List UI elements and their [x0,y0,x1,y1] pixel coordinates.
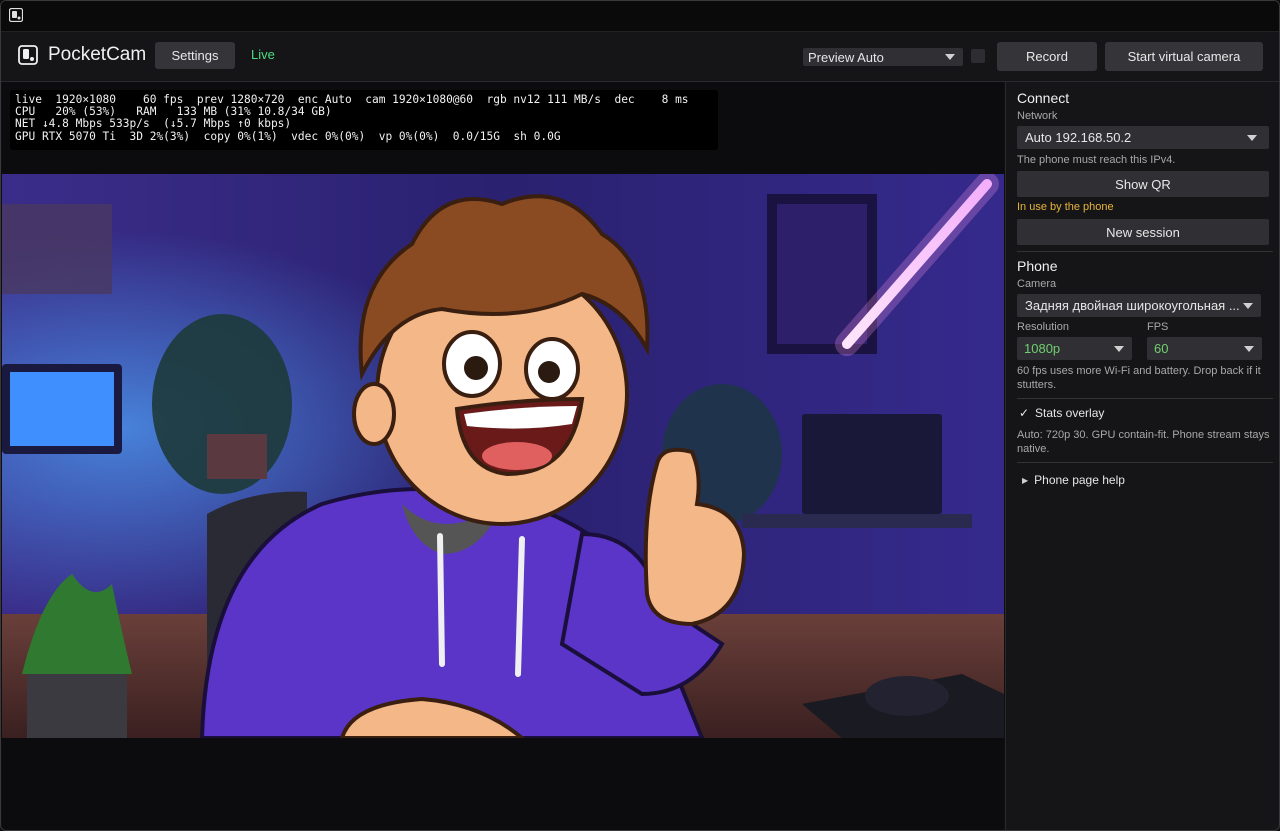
auto-note: Auto: 720p 30. GPU contain-fit. Phone st… [1017,429,1270,455]
preview-select-value: Preview Auto [808,49,884,65]
phone-heading: Phone [1017,258,1058,274]
camera-select[interactable]: Задняя двойная широкоугольная ... [1017,294,1261,317]
fps-select-value: 60 [1154,341,1169,356]
connect-heading: Connect [1017,90,1070,106]
resolution-select-value: 1080p [1024,341,1061,356]
camera-frame-image [2,174,1004,738]
phone-help-label: Phone page help [1034,473,1125,487]
toolbar: PocketCam Settings Live Preview Auto Rec… [1,32,1279,82]
show-qr-button[interactable]: Show QR [1017,171,1269,197]
chevron-down-icon [1247,134,1257,141]
app-icon [9,8,23,22]
divider [1017,251,1273,252]
preview-select[interactable]: Preview Auto [803,48,963,66]
video-preview: live 1920×1080 60 fps prev 1280×720 enc … [2,82,1004,830]
title-bar [1,1,1279,32]
stats-line-3: NET ↓4.8 Mbps 533p/s (↓5.7 Mbps ↑0 kbps) [15,117,292,131]
divider [1017,398,1273,399]
camera-label: Camera [1017,278,1057,290]
side-panel: Connect Network Auto 192.168.50.2 The ph… [1005,82,1279,830]
stats-overlay-label: Stats overlay [1035,406,1105,420]
fps-note: 60 fps uses more Wi-Fi and battery. Drop… [1017,365,1261,391]
stats-overlay-toggle[interactable]: ✓ Stats overlay [1017,406,1104,420]
resolution-select[interactable]: 1080p [1017,337,1132,360]
stats-overlay-box: live 1920×1080 60 fps prev 1280×720 enc … [10,90,718,150]
app-window: PocketCam Settings Live Preview Auto Rec… [0,0,1280,831]
fps-label: FPS [1147,321,1169,333]
chevron-down-icon [1244,345,1254,352]
stats-line-4: GPU RTX 5070 Ti 3D 2%(3%) copy 0%(1%) vd… [15,129,561,143]
camera-select-value: Задняя двойная широкоугольная ... [1025,298,1240,313]
record-button[interactable]: Record [997,42,1097,71]
new-session-button[interactable]: New session [1017,219,1269,245]
network-select-value: Auto 192.168.50.2 [1025,130,1132,145]
divider [1017,462,1273,463]
triangle-right-icon: ▶ [1022,475,1029,485]
live-status: Live [251,47,275,62]
pocketcam-logo-icon [18,45,38,65]
settings-button[interactable]: Settings [155,42,235,69]
network-select[interactable]: Auto 192.168.50.2 [1017,126,1269,149]
network-label: Network [1017,110,1058,122]
start-virtual-camera-button[interactable]: Start virtual camera [1105,42,1263,71]
preview-toggle-checkbox[interactable] [971,49,985,63]
fps-select[interactable]: 60 [1147,337,1262,360]
chevron-down-icon [1114,345,1124,352]
chevron-down-icon [945,54,955,60]
network-note: The phone must reach this IPv4. [1017,154,1176,166]
phone-help-disclosure[interactable]: ▶ Phone page help [1022,473,1125,487]
app-name: PocketCam [48,44,147,65]
in-use-warning: In use by the phone [1017,201,1114,213]
chevron-down-icon [1243,302,1253,309]
brand: PocketCam [18,42,146,68]
checkmark-icon[interactable]: ✓ [1017,406,1031,420]
resolution-label: Resolution [1017,321,1069,333]
